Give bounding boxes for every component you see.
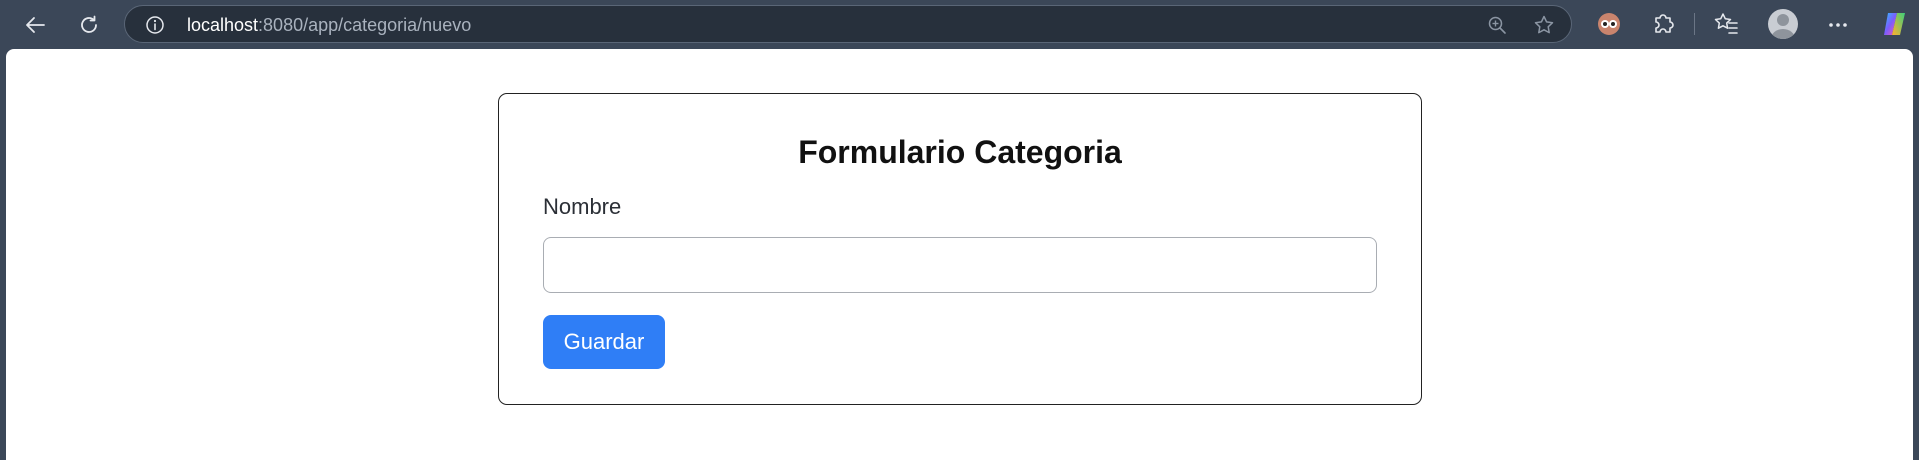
name-label: Nombre — [543, 194, 622, 219]
avatar-icon — [1771, 14, 1795, 39]
owl-extension-icon[interactable] — [1596, 11, 1622, 37]
form-title: Formulario Categoria — [798, 134, 1122, 170]
copilot-icon[interactable] — [1880, 9, 1910, 39]
browser-toolbar: localhost:8080/app/categoria/nuevo — [0, 0, 1919, 49]
star-icon[interactable] — [1533, 14, 1555, 36]
reload-button[interactable] — [71, 7, 107, 43]
url-host: localhost — [187, 15, 259, 35]
page-viewport: Formulario Categoria Nombre Guardar — [6, 49, 1913, 460]
info-icon[interactable] — [145, 15, 165, 35]
profile-avatar[interactable] — [1768, 9, 1798, 39]
url-text[interactable]: localhost:8080/app/categoria/nuevo — [187, 15, 471, 35]
url-path: :8080/app/categoria/nuevo — [258, 15, 472, 35]
name-input[interactable] — [543, 237, 1377, 293]
puzzle-icon[interactable] — [1650, 10, 1676, 36]
back-arrow-icon — [26, 17, 45, 33]
toolbar-divider — [1694, 13, 1695, 35]
back-button[interactable] — [17, 7, 53, 43]
zoom-icon[interactable] — [1487, 15, 1507, 35]
save-button[interactable]: Guardar — [543, 315, 665, 369]
more-icon[interactable] — [1827, 14, 1849, 36]
category-form: Formulario Categoria Nombre Guardar — [498, 93, 1422, 405]
reload-icon — [81, 15, 97, 33]
favorites-icon[interactable] — [1713, 10, 1739, 36]
address-bar[interactable]: localhost:8080/app/categoria/nuevo — [124, 5, 1572, 43]
